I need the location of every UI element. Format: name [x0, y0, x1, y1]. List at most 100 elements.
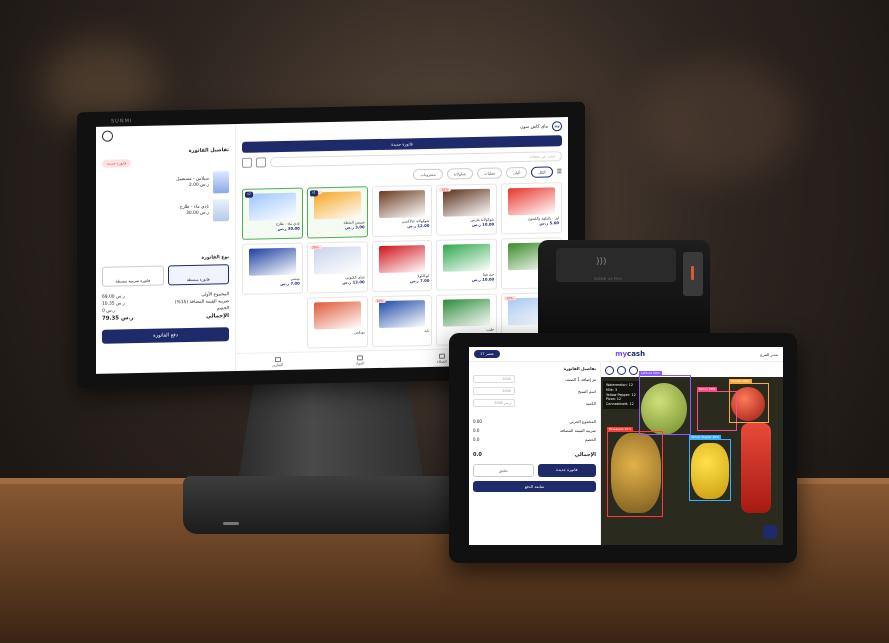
product-card[interactable]: -10% تايد: [371, 294, 433, 348]
tab-materials[interactable]: المواد: [356, 354, 364, 365]
mycash-logo: mycash: [615, 350, 646, 358]
invoice-item-thumbnail: [213, 171, 229, 194]
capture-button[interactable]: [763, 525, 777, 539]
barcode-icon[interactable]: [242, 157, 252, 168]
grand-total-value: 79.35 ر.س: [102, 315, 134, 323]
product-card[interactable]: -30% شاي الكيوبي 13.00 ر.س: [306, 241, 368, 294]
new-invoice-button[interactable]: فاتورة جديدة: [102, 159, 132, 168]
category-tab[interactable]: الكل: [531, 166, 553, 178]
summary-label: المجموع الجزئي: [569, 419, 596, 424]
product-card[interactable]: x2 نادي ماء - طازج 30.00 ر.س: [242, 187, 303, 240]
detection-box: Lettuce 99%: [639, 371, 691, 435]
invoice-type-option[interactable]: فاتورة مبسطة: [167, 264, 229, 286]
menu-icon[interactable]: [102, 130, 113, 142]
product-price: 12.00 ر.س: [407, 222, 430, 229]
invoice-title: تفاصيل الفاتورة: [188, 147, 229, 154]
product-image: [313, 191, 361, 220]
detection-box: Tomato 96%: [729, 379, 769, 423]
invoice-type-label: نوع الفاتورة: [201, 255, 229, 261]
monitor-brand: SUNMI: [111, 118, 133, 125]
summary-label: ضريبة القيمة المضافة: [559, 428, 596, 433]
refresh-icon[interactable]: [629, 365, 638, 375]
product-card[interactable]: -10% شوكولاتة مارس 10.00 ر.س: [436, 183, 498, 236]
product-price: 5.00 ر.س: [539, 220, 559, 226]
tablet-total-label: الإجمالي: [574, 452, 596, 458]
row-label: تم إضافة 1 الصنف: [564, 376, 596, 382]
category-tab[interactable]: معلبات: [477, 167, 503, 179]
invoice-item[interactable]: نادي ماء - طازج 30.00 ر.س: [102, 199, 229, 224]
tablet-invoice-panel: تفاصيل الفاتورة 2000 تم إضافة 1 الصنف 200…: [469, 363, 601, 545]
printer-model: SUNMI V2 PRO: [594, 276, 622, 281]
quantity-badge: x1: [309, 190, 318, 197]
product-image: [378, 245, 426, 274]
new-invoice-button[interactable]: فاتورة جديدة: [537, 464, 596, 477]
summary-value: 0.00: [473, 419, 482, 424]
tablet-total-value: 0.0: [473, 452, 482, 458]
vision-camera-view: Lettuce 99% Onion 98% Yellow Pepper 92% …: [601, 363, 783, 545]
invoice-item-price: 30.00 ر.س: [186, 210, 209, 217]
row-label: الكمية: [585, 400, 596, 406]
discount-badge: -10%: [439, 187, 452, 192]
items-count-pill[interactable]: 17 عنصر: [474, 350, 501, 358]
summary-value: 0.0: [473, 428, 480, 433]
bottle-item: [741, 423, 771, 513]
nfc-icon: ))): [596, 257, 607, 267]
product-card[interactable]: بونكس: [306, 296, 368, 349]
hold-button[interactable]: تعليق: [473, 464, 534, 477]
grand-total-label: الإجمالي: [206, 313, 229, 321]
product-image: [443, 188, 491, 217]
invoice-item[interactable]: سيلاس - مستعمل 2.00 ر.س: [102, 171, 229, 196]
product-image: [508, 187, 555, 216]
product-image: [443, 298, 491, 327]
user-label[interactable]: مدير الفرع: [760, 352, 778, 357]
totals-section: 69.00 ر.س المجموع الأولى 10.35 ر.س ضريبة ا…: [102, 292, 229, 324]
discount-badge: -10%: [374, 298, 387, 304]
product-card[interactable]: بيبسي 7.00 ر.س: [242, 242, 303, 295]
search-input[interactable]: ابحث عن منتجات: [270, 151, 562, 168]
invoice-item-price: 2.00 ر.س: [188, 182, 209, 188]
product-price: 10.00 ر.س: [471, 221, 495, 228]
camera-icon[interactable]: [605, 365, 614, 375]
category-tab[interactable]: ألبان: [506, 166, 528, 179]
product-name: تايد: [424, 328, 430, 334]
row-label: اسم المنتج: [577, 388, 596, 394]
continue-payment-button[interactable]: متابعة الدفع: [473, 481, 596, 492]
quantity-badge: x2: [245, 191, 254, 198]
new-invoice-bar[interactable]: فاتورة جديدة: [242, 135, 562, 153]
product-card[interactable]: كوكاكولا 7.00 ر.س: [371, 239, 433, 293]
monitor-base: [183, 476, 481, 534]
product-image: [443, 243, 491, 272]
row-value[interactable]: 2000: [473, 375, 515, 383]
scan-icon[interactable]: [256, 157, 266, 168]
store-name: ماي كاش سون: [520, 123, 548, 130]
pay-invoice-button[interactable]: دفع الفاتورة: [102, 326, 229, 344]
product-price: 7.00 ر.س: [280, 280, 300, 287]
product-card[interactable]: حبة فيتا 10.00 ر.س: [436, 238, 498, 291]
tab-reports[interactable]: التقارير: [272, 356, 283, 367]
product-price: 3.00 ر.س: [345, 224, 365, 230]
summary-value: 0.0: [473, 437, 480, 442]
invoice-type-option[interactable]: فاتورة ضريبية مبسطة: [102, 265, 164, 287]
product-card[interactable]: ليز - بالنكهة والليمون 5.00 ر.س: [501, 182, 562, 235]
settings-icon[interactable]: [617, 365, 626, 375]
filter-icon[interactable]: ☰: [557, 168, 562, 175]
discount-badge: -10%: [504, 296, 516, 301]
product-image: [378, 300, 426, 329]
tab-customers[interactable]: العملاء: [437, 353, 447, 363]
summary-label: الخصم: [584, 437, 596, 442]
product-card[interactable]: شوكولاتة جالاكسي 12.00 ر.س: [371, 184, 433, 238]
pos-tablet: 17 عنصر mycash مدير الفرع تفاصيل الفاتور…: [449, 333, 797, 563]
detection-box: Yellow Pepper 92%: [689, 435, 731, 501]
vision-toolbar: [601, 363, 783, 377]
tablet-screen: 17 عنصر mycash مدير الفرع تفاصيل الفاتور…: [469, 347, 783, 545]
row-value[interactable]: 3000 ر.س: [473, 399, 515, 407]
row-value[interactable]: 2000: [473, 387, 515, 395]
product-card[interactable]: -30% x1 شيبس الشطة 3.00 ر.س: [306, 186, 368, 239]
category-tab[interactable]: شكولاتة: [446, 168, 474, 180]
product-image: [249, 192, 296, 221]
product-price: 7.00 ر.س: [409, 277, 430, 284]
category-tab[interactable]: مشروبات: [413, 168, 443, 181]
invoice-panel: تفاصيل الفاتورة فاتورة جديدة سيلاس - مست…: [96, 123, 236, 374]
discount-badge: -30%: [309, 245, 322, 250]
background-bokeh: [640, 60, 800, 180]
